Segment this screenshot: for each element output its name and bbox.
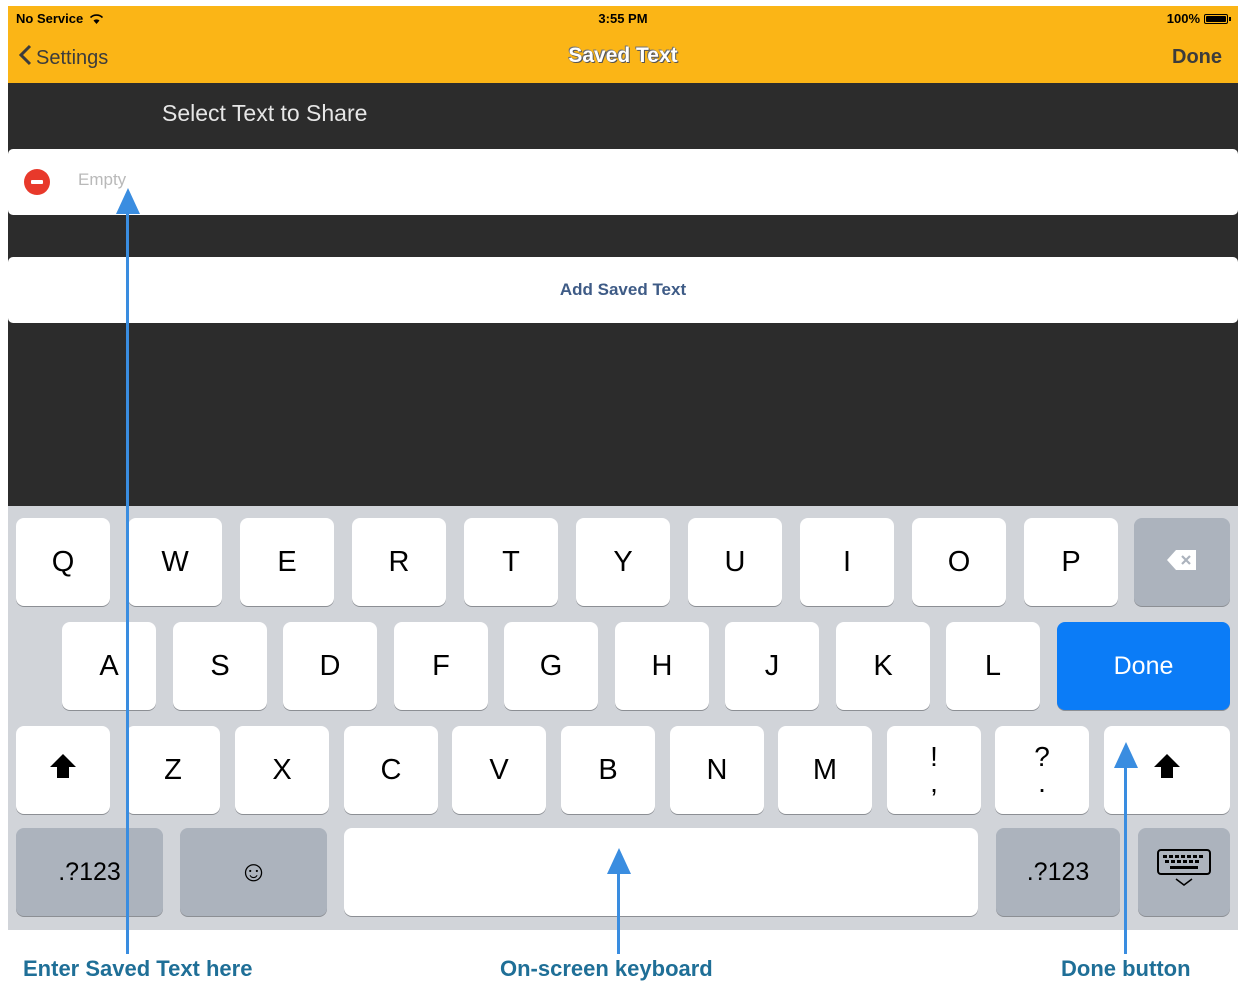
key-j[interactable]: J xyxy=(725,622,819,710)
key-x[interactable]: X xyxy=(235,726,329,814)
shift-icon xyxy=(1153,753,1181,787)
backspace-key[interactable] xyxy=(1134,518,1230,606)
callout-line xyxy=(617,872,620,954)
key-r[interactable]: R xyxy=(352,518,446,606)
key-u[interactable]: U xyxy=(688,518,782,606)
key-question-period[interactable]: ?. xyxy=(995,726,1089,814)
key-z[interactable]: Z xyxy=(126,726,220,814)
delete-icon[interactable] xyxy=(24,169,50,195)
backspace-icon xyxy=(1166,546,1198,579)
key-f[interactable]: F xyxy=(394,622,488,710)
battery-label: 100% xyxy=(1166,11,1200,26)
key-i[interactable]: I xyxy=(800,518,894,606)
callout-line xyxy=(1124,766,1127,954)
add-saved-text-label: Add Saved Text xyxy=(559,280,687,299)
key-s[interactable]: S xyxy=(173,622,267,710)
key-q[interactable]: Q xyxy=(16,518,110,606)
key-g[interactable]: G xyxy=(504,622,598,710)
numbers-key-left[interactable]: .?123 xyxy=(16,828,163,916)
navigation-bar: Settings Saved Text Done xyxy=(8,30,1238,83)
key-a[interactable]: A xyxy=(62,622,156,710)
saved-text-row xyxy=(8,149,1238,215)
key-v[interactable]: V xyxy=(452,726,546,814)
keyboard-done-button[interactable]: Done xyxy=(1057,622,1230,710)
ipad-screen: No Service 3:55 PM 100% Settings Saved T… xyxy=(8,6,1238,930)
saved-text-input[interactable] xyxy=(76,169,1180,191)
key-d[interactable]: D xyxy=(283,622,377,710)
shift-key-right[interactable] xyxy=(1104,726,1230,814)
shift-key-left[interactable] xyxy=(16,726,110,814)
status-bar: No Service 3:55 PM 100% xyxy=(8,6,1238,30)
clock: 3:55 PM xyxy=(598,11,648,26)
arrow-up-icon xyxy=(607,848,631,874)
key-w[interactable]: W xyxy=(128,518,222,606)
key-l[interactable]: L xyxy=(946,622,1040,710)
hide-keyboard-key[interactable] xyxy=(1138,828,1230,916)
numbers-key-right[interactable]: .?123 xyxy=(996,828,1120,916)
emoji-icon: ☺ xyxy=(238,855,269,888)
key-e[interactable]: E xyxy=(240,518,334,606)
callout-keyboard: On-screen keyboard xyxy=(500,956,713,981)
key-exclamation-comma[interactable]: !, xyxy=(887,726,981,814)
emoji-key[interactable]: ☺ xyxy=(180,828,327,916)
section-header: Select Text to Share xyxy=(162,100,368,126)
add-saved-text-button[interactable]: Add Saved Text xyxy=(8,257,1238,323)
key-t[interactable]: T xyxy=(464,518,558,606)
arrow-up-icon xyxy=(1114,742,1138,768)
battery-icon xyxy=(1204,13,1231,24)
key-n[interactable]: N xyxy=(670,726,764,814)
key-m[interactable]: M xyxy=(778,726,872,814)
key-k[interactable]: K xyxy=(836,622,930,710)
key-p[interactable]: P xyxy=(1024,518,1118,606)
callout-enter-text: Enter Saved Text here xyxy=(23,956,253,981)
shift-icon xyxy=(49,753,77,787)
done-button[interactable]: Done xyxy=(1172,46,1222,69)
arrow-up-icon xyxy=(116,188,140,214)
key-y[interactable]: Y xyxy=(576,518,670,606)
key-b[interactable]: B xyxy=(561,726,655,814)
callout-line xyxy=(126,212,129,954)
keyboard-dismiss-icon xyxy=(1156,848,1212,896)
space-bar[interactable] xyxy=(344,828,978,916)
page-title: Saved Text xyxy=(568,44,678,67)
callout-done-button: Done button xyxy=(1061,956,1191,981)
key-c[interactable]: C xyxy=(344,726,438,814)
key-o[interactable]: O xyxy=(912,518,1006,606)
key-h[interactable]: H xyxy=(615,622,709,710)
